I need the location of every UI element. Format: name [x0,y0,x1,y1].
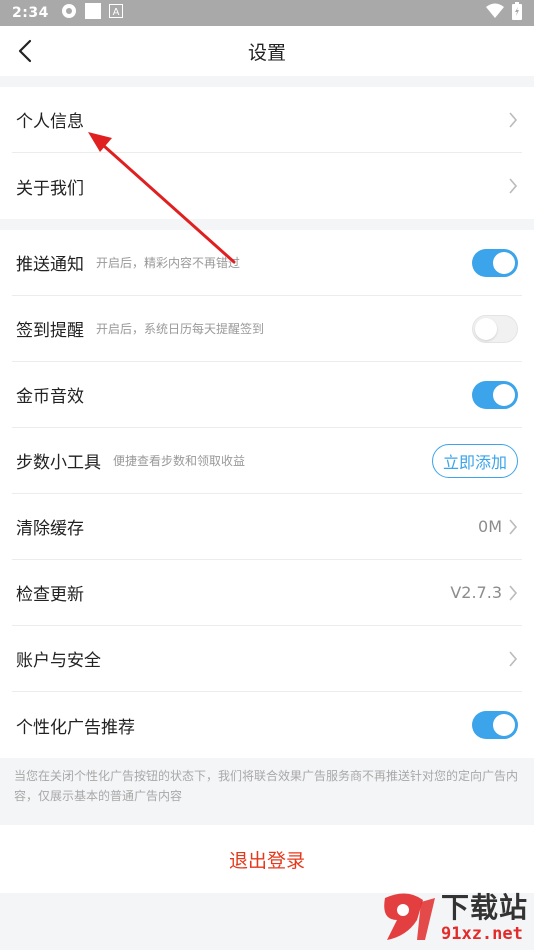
push-notification-toggle[interactable] [472,248,518,277]
coin-sound-row: 金币音效 [12,362,522,428]
about-us-label: 关于我们 [16,178,84,199]
push-notification-desc: 开启后，精彩内容不再错过 [96,256,241,270]
personal-info-label: 个人信息 [16,112,84,132]
about-us-row[interactable]: 关于我们 [12,153,522,219]
step-widget-label: 步数小工具 [16,453,101,473]
status-bar: 2:34 A [0,0,534,26]
watermark: 下载站 91xz.net [377,890,528,946]
checkin-reminder-label: 签到提醒 [16,321,84,341]
wifi-icon [486,3,504,23]
group-profile: 个人信息 关于我们 [0,87,534,219]
check-update-label: 检查更新 [16,585,84,605]
account-security-label: 账户与安全 [16,651,101,671]
coin-sound-label: 金币音效 [16,387,84,407]
add-widget-button[interactable]: 立即添加 [431,443,518,478]
logout-button[interactable]: 退出登录 [0,825,534,893]
check-update-row[interactable]: 检查更新 V2.7.3 [12,560,522,626]
checkin-reminder-toggle[interactable] [472,314,518,343]
svg-text:A: A [112,7,119,18]
a-badge-icon: A [108,4,123,22]
chevron-right-icon [509,111,518,128]
chevron-right-icon [509,584,518,601]
push-notification-label: 推送通知 [16,255,84,275]
personalized-ads-label: 个性化广告推荐 [16,717,135,738]
checkin-reminder-desc: 开启后，系统日历每天提醒签到 [96,322,265,336]
chevron-right-icon [509,650,518,667]
push-notification-row: 推送通知 开启后，精彩内容不再错过 [12,230,522,296]
ads-notice-text: 当您在关闭个性化广告按钮的状态下，我们将联合效果广告服务商不再推送针对您的定向广… [14,769,519,803]
cache-size-value: 0M [478,517,502,536]
step-widget-desc: 便捷查看步数和领取收益 [113,454,246,468]
chevron-right-icon [509,178,518,194]
coin-sound-toggle[interactable] [472,380,518,409]
settings-app-icon [61,3,77,23]
white-square-icon [84,3,101,23]
personalized-ads-row: 个性化广告推荐 [12,692,522,758]
battery-icon [512,2,522,24]
personal-info-row[interactable]: 个人信息 [12,87,522,153]
header: 设置 [0,26,534,76]
personalized-ads-toggle[interactable] [472,711,518,739]
clear-cache-label: 清除缓存 [16,519,84,539]
watermark-logo-icon [384,893,435,940]
back-arrow-icon[interactable] [14,38,38,64]
step-widget-row: 步数小工具 便捷查看步数和领取收益 立即添加 [12,428,522,494]
group-settings: 推送通知 开启后，精彩内容不再错过 签到提醒 开启后，系统日历每天提醒签到 金币… [0,230,534,758]
account-security-row[interactable]: 账户与安全 [12,626,522,692]
watermark-url-text: 91xz.net [440,924,523,944]
version-value: V2.7.3 [450,583,502,602]
watermark-cn-text: 下载站 [440,891,528,924]
chevron-right-icon [509,518,518,535]
status-time: 2:34 [12,5,49,21]
clear-cache-row[interactable]: 清除缓存 0M [12,494,522,560]
page-title: 设置 [247,41,286,64]
checkin-reminder-row: 签到提醒 开启后，系统日历每天提醒签到 [12,296,522,362]
